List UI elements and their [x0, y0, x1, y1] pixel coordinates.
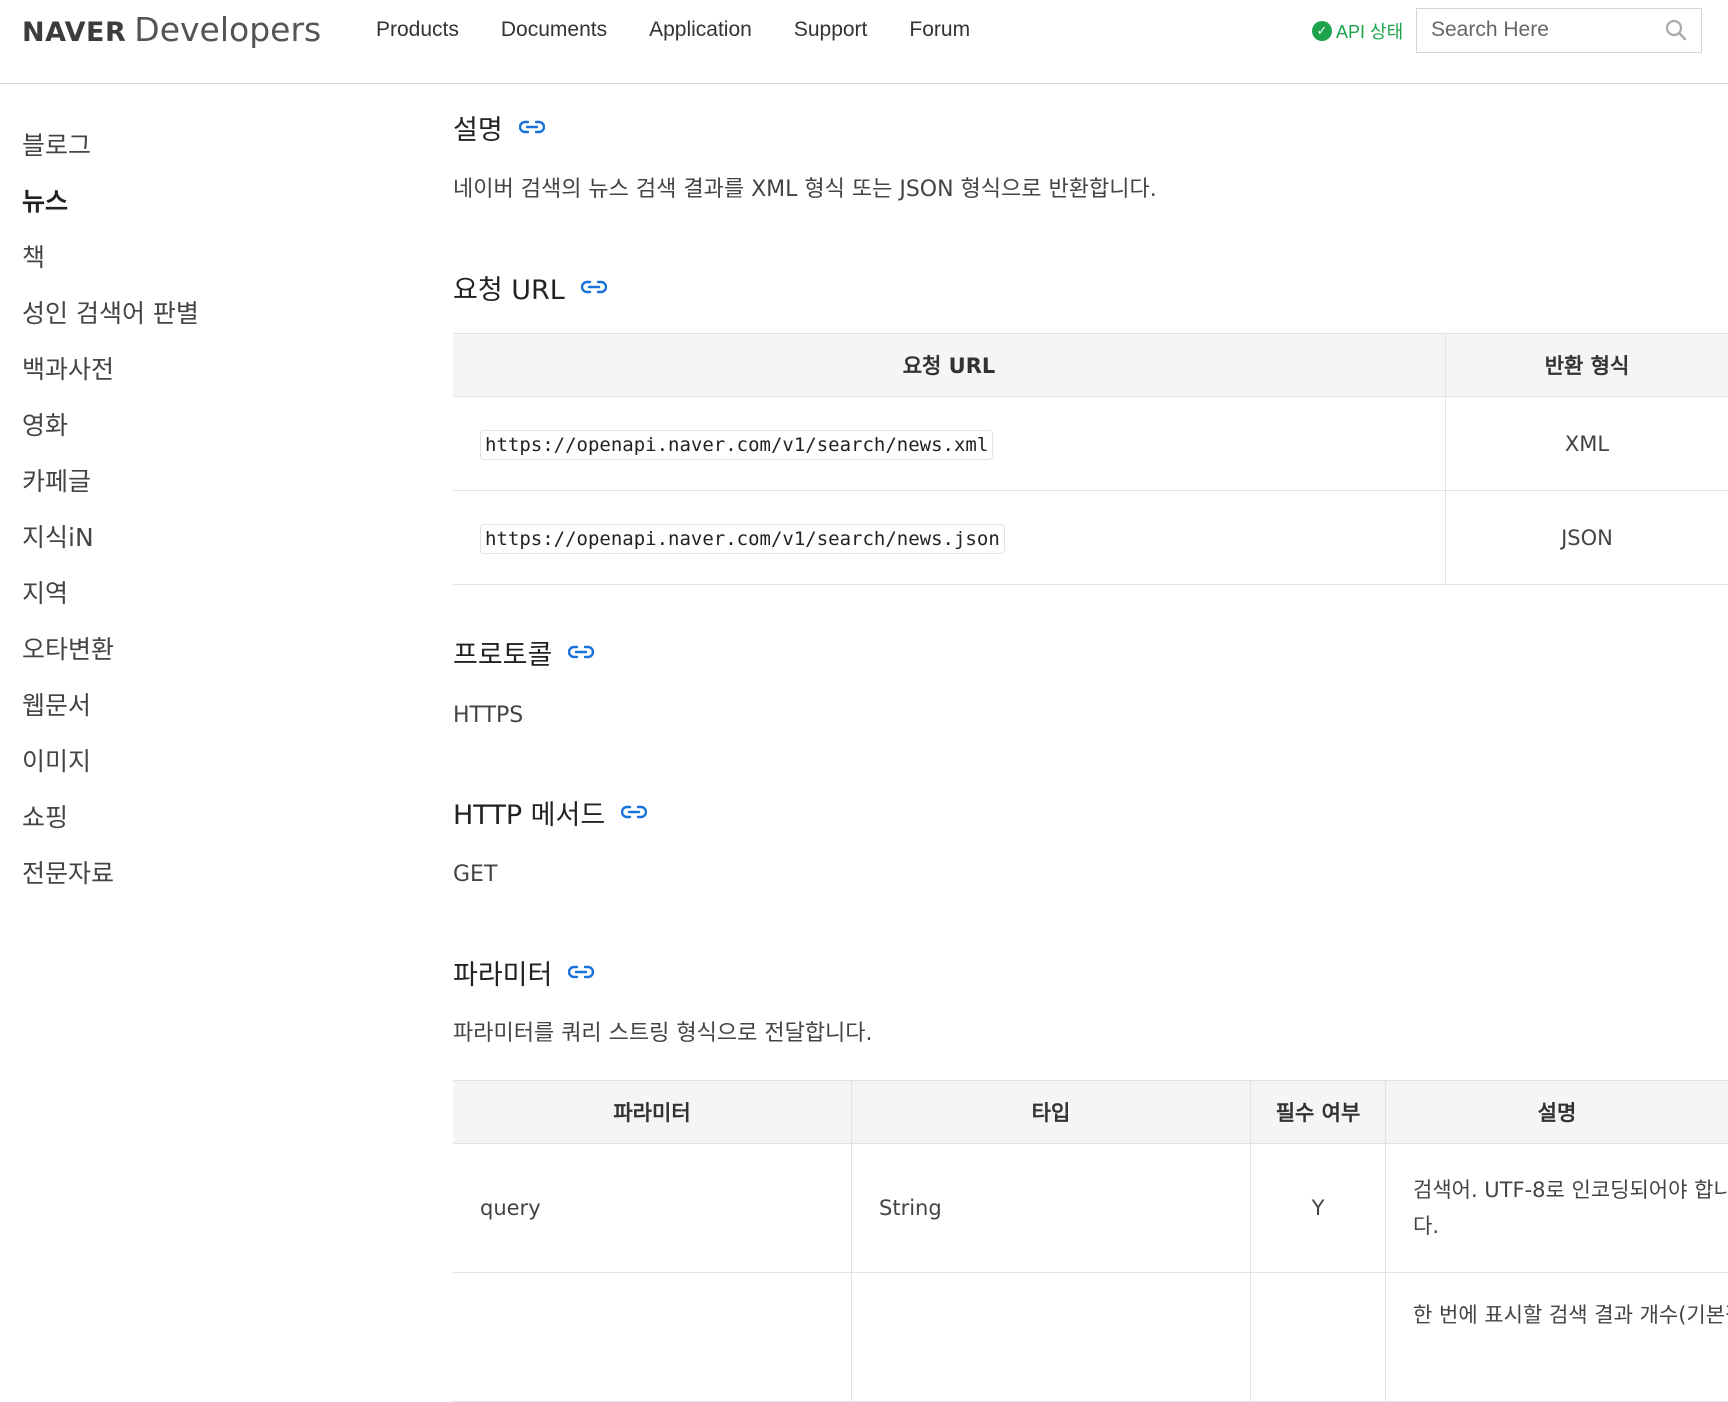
description-text: 네이버 검색의 뉴스 검색 결과를 XML 형식 또는 JSON 형식으로 반환… [453, 174, 1157, 206]
sidebar-item-movie[interactable]: 영화 [22, 398, 322, 454]
nav-products[interactable]: Products [376, 15, 459, 45]
nav-documents[interactable]: Documents [501, 15, 607, 45]
table-row: 한 번에 표시할 검색 결과 개수(기본값 [453, 1273, 1728, 1402]
main-nav: Products Documents Application Support Forum [376, 15, 1012, 45]
format-cell: JSON [1446, 491, 1728, 585]
param-desc-line: 다. [1413, 1208, 1727, 1244]
table-header: 파라미터 [453, 1081, 852, 1144]
table-header: 요청 URL [453, 334, 1446, 397]
sidebar-nav: 블로그 뉴스 책 성인 검색어 판별 백과사전 영화 카페글 지식iN 지역 오… [22, 118, 322, 902]
api-status-link[interactable]: ✓ API 상태 [1312, 18, 1403, 44]
sidebar-item-webdoc[interactable]: 웹문서 [22, 678, 322, 734]
param-desc-cell: 한 번에 표시할 검색 결과 개수(기본값 [1386, 1273, 1728, 1402]
http-method-title: HTTP 메서드 [453, 793, 605, 832]
section-title-request-url: 요청 URL [453, 267, 607, 307]
table-row: query String Y 검색어. UTF-8로 인코딩되어야 합니 다. [453, 1144, 1728, 1273]
protocol-value: HTTPS [453, 700, 523, 732]
sidebar-item-cafe[interactable]: 카페글 [22, 454, 322, 510]
top-header: NAVER Developers Products Documents Applica… [0, 0, 1728, 84]
section-title-description: 설명 [453, 107, 545, 147]
request-url-table: 요청 URL 반환 형식 https://openapi.naver.com/v… [453, 333, 1728, 585]
table-row: https://openapi.naver.com/v1/search/news… [453, 397, 1728, 491]
sidebar-item-news[interactable]: 뉴스 [22, 174, 322, 230]
logo-product: Developers [134, 10, 321, 49]
sidebar-item-errata[interactable]: 오타변환 [22, 622, 322, 678]
sidebar-item-doc[interactable]: 전문자료 [22, 846, 322, 902]
section-title-parameters: 파라미터 [453, 952, 594, 992]
sidebar-item-blog[interactable]: 블로그 [22, 118, 322, 174]
link-icon[interactable] [568, 644, 594, 660]
sidebar-item-kin[interactable]: 지식iN [22, 510, 322, 566]
table-header: 설명 [1386, 1081, 1728, 1144]
link-icon[interactable] [519, 119, 545, 135]
link-icon[interactable] [581, 279, 607, 295]
request-url-title: 요청 URL [453, 268, 565, 307]
link-icon[interactable] [621, 804, 647, 820]
sidebar-item-encyclopedia[interactable]: 백과사전 [22, 342, 322, 398]
naver-developers-logo[interactable]: NAVER Developers [22, 10, 321, 50]
param-name-cell [453, 1273, 852, 1402]
param-required-cell [1251, 1273, 1386, 1402]
param-desc-line: 한 번에 표시할 검색 결과 개수(기본값 [1413, 1297, 1727, 1333]
sidebar-item-image[interactable]: 이미지 [22, 734, 322, 790]
search-icon[interactable] [1665, 19, 1687, 41]
parameters-text: 파라미터를 쿼리 스트링 형식으로 전달합니다. [453, 1018, 873, 1050]
api-status-label: API 상태 [1336, 18, 1403, 44]
sidebar-item-adult-check[interactable]: 성인 검색어 판별 [22, 286, 322, 342]
nav-application[interactable]: Application [649, 15, 752, 45]
parameters-title: 파라미터 [453, 953, 552, 992]
url-code: https://openapi.naver.com/v1/search/news… [480, 430, 993, 460]
sidebar-item-local[interactable]: 지역 [22, 566, 322, 622]
table-header: 반환 형식 [1446, 334, 1728, 397]
param-name-cell: query [453, 1144, 852, 1273]
param-desc-cell: 검색어. UTF-8로 인코딩되어야 합니 다. [1386, 1144, 1728, 1273]
section-title-http-method: HTTP 메서드 [453, 792, 647, 832]
param-required-cell: Y [1251, 1144, 1386, 1273]
table-header: 필수 여부 [1251, 1081, 1386, 1144]
sidebar-item-book[interactable]: 책 [22, 230, 322, 286]
param-desc-line: 검색어. UTF-8로 인코딩되어야 합니 [1413, 1172, 1727, 1208]
logo-brand: NAVER [22, 17, 126, 48]
param-type-cell: String [852, 1144, 1251, 1273]
section-title-protocol: 프로토콜 [453, 632, 594, 672]
protocol-title: 프로토콜 [453, 633, 552, 672]
sidebar-item-shopping[interactable]: 쇼핑 [22, 790, 322, 846]
link-icon[interactable] [568, 964, 594, 980]
parameters-table: 파라미터 타입 필수 여부 설명 query String Y 검색어. UTF… [453, 1080, 1728, 1402]
url-code: https://openapi.naver.com/v1/search/news… [480, 524, 1005, 554]
table-header: 타입 [852, 1081, 1251, 1144]
search-box [1416, 8, 1702, 53]
nav-forum[interactable]: Forum [909, 15, 970, 45]
check-circle-icon: ✓ [1312, 21, 1332, 41]
description-title: 설명 [453, 108, 503, 147]
param-type-cell [852, 1273, 1251, 1402]
table-row: https://openapi.naver.com/v1/search/news… [453, 491, 1728, 585]
nav-support[interactable]: Support [794, 15, 868, 45]
format-cell: XML [1446, 397, 1728, 491]
http-method-value: GET [453, 859, 497, 891]
search-input[interactable] [1417, 9, 1661, 50]
